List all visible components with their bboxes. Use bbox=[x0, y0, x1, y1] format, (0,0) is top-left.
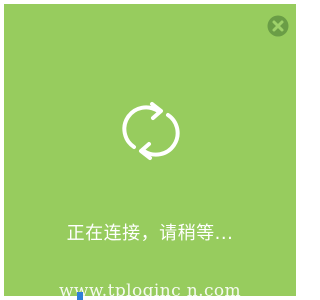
status-text: 正在连接，请稍等... bbox=[66, 223, 234, 244]
watermark-text: www.tploginc n.com bbox=[58, 281, 242, 300]
connecting-dialog: 正在连接，请稍等... bbox=[4, 4, 296, 296]
page-marker bbox=[77, 292, 83, 300]
refresh-icon bbox=[122, 102, 180, 160]
close-icon bbox=[267, 15, 289, 37]
page: 正在连接，请稍等... www.tploginc n.com bbox=[0, 0, 300, 300]
close-button[interactable] bbox=[267, 15, 289, 37]
